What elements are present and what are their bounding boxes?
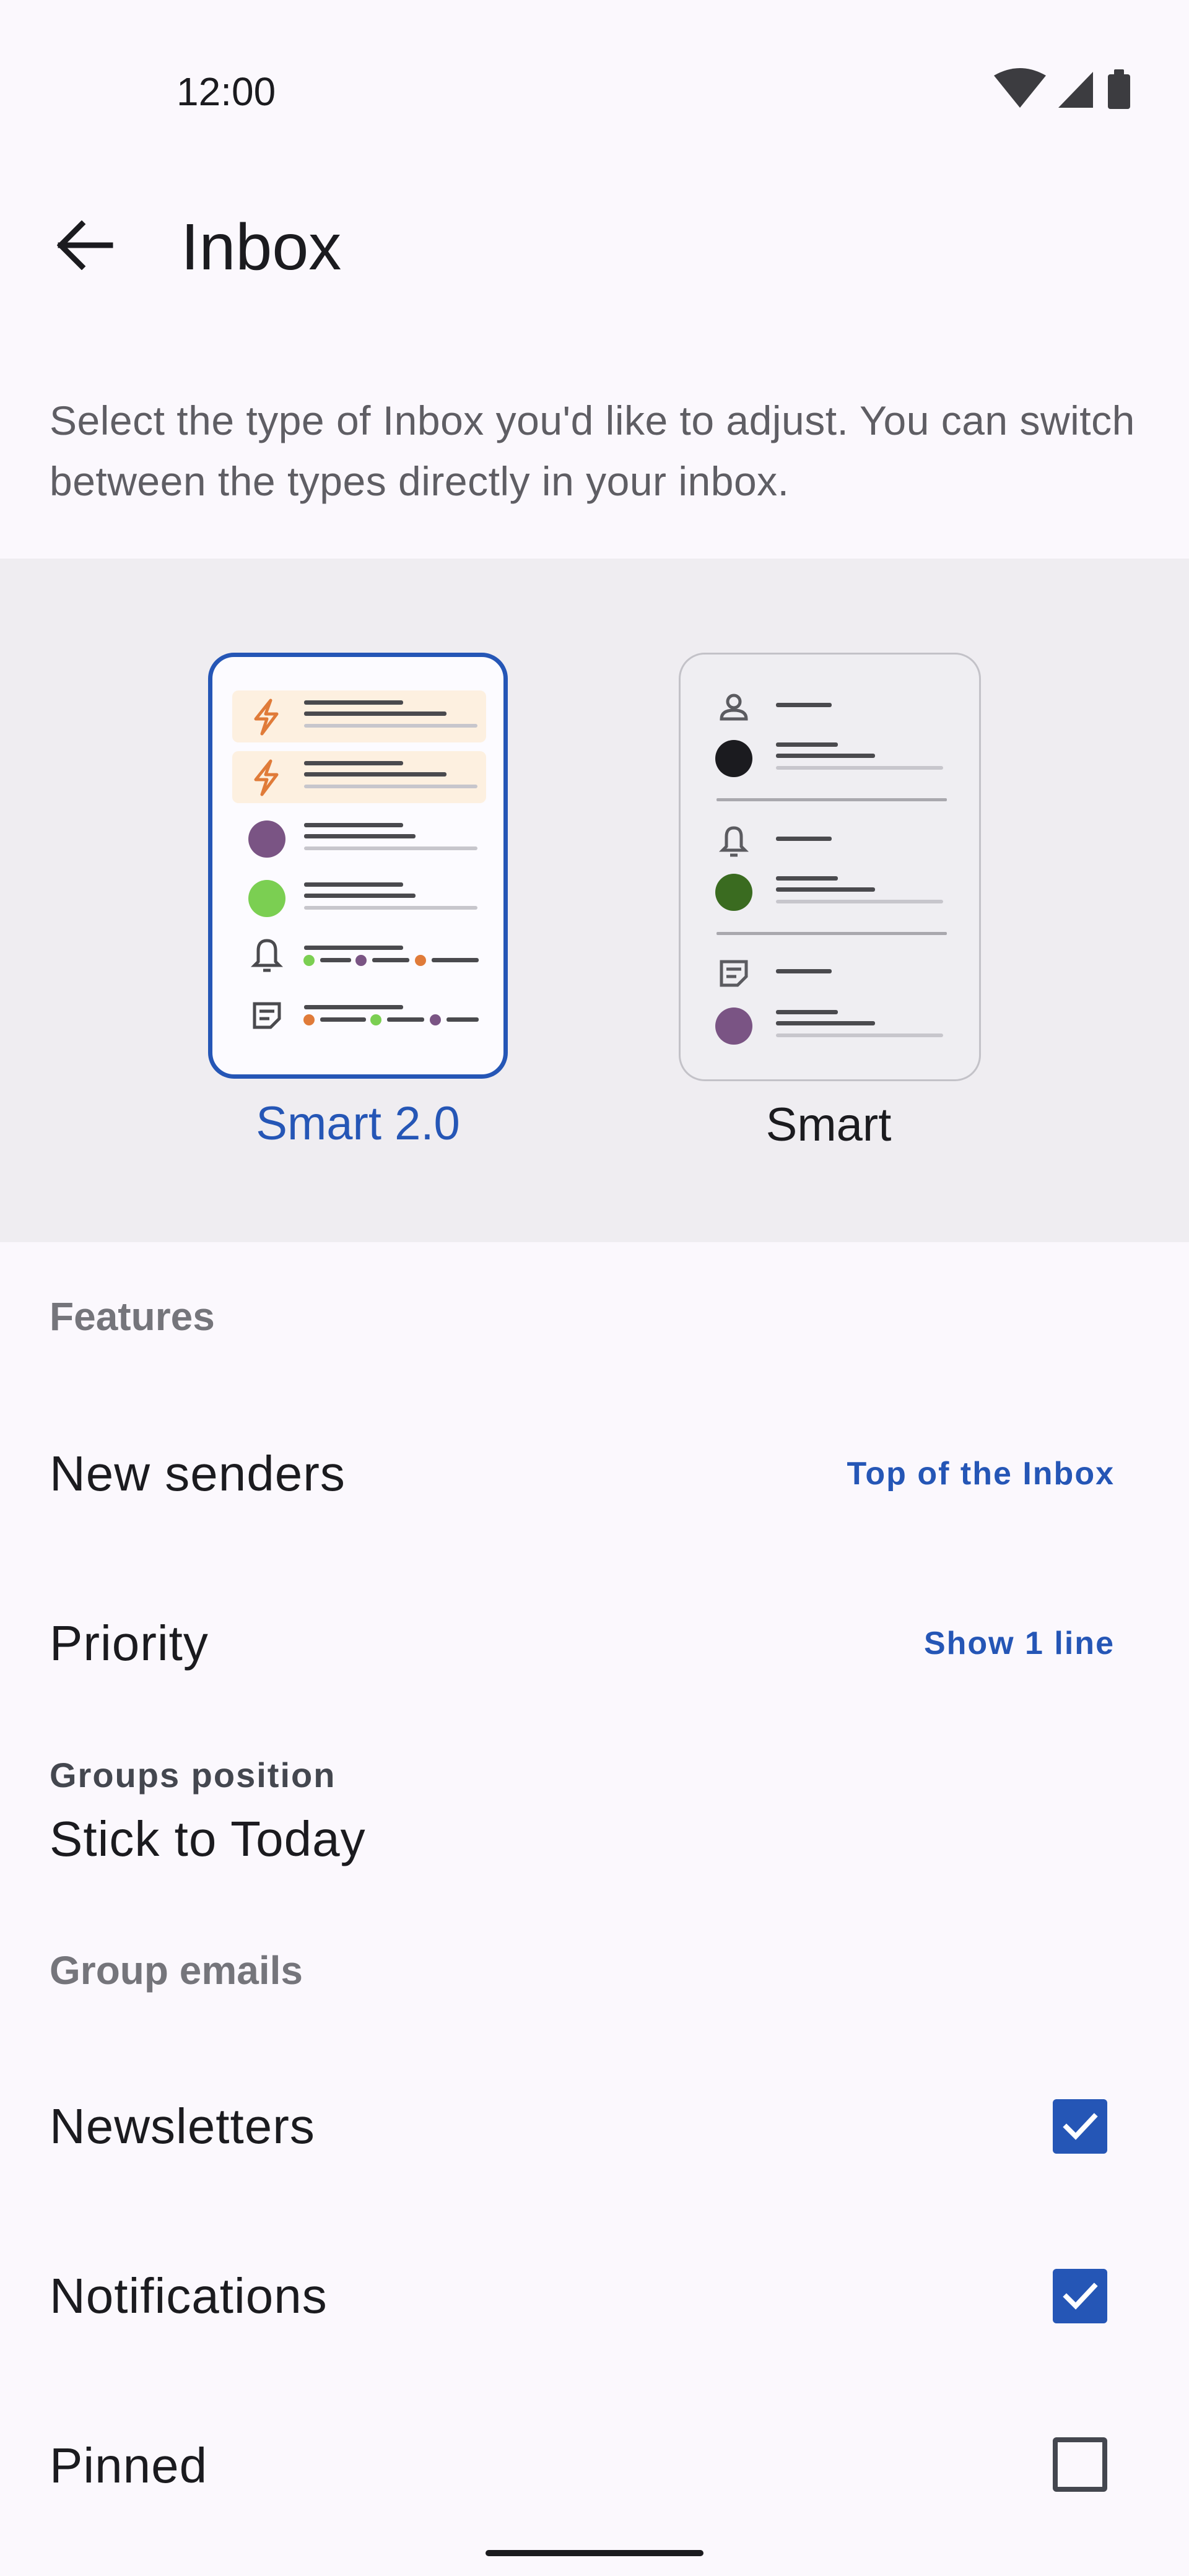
newsletters-checkbox[interactable] xyxy=(1053,2099,1107,2154)
features-header: Features xyxy=(50,1294,215,1339)
group-emails-header: Group emails xyxy=(50,1948,303,1993)
inbox-type-smart-card[interactable] xyxy=(679,653,981,1081)
pinned-setting[interactable]: Pinned xyxy=(0,2410,1189,2522)
person-icon xyxy=(720,694,748,721)
inbox-type-selector: Smart 2.0 Smart xyxy=(0,559,1189,1242)
inbox-type-smart-label[interactable]: Smart xyxy=(642,1097,1016,1153)
smart-preview-illustration xyxy=(715,694,947,1045)
avatar xyxy=(715,740,752,777)
groups-position-value: Stick to Today xyxy=(50,1811,366,1866)
page-title: Inbox xyxy=(181,211,342,284)
battery-icon xyxy=(1108,69,1130,109)
bell-icon xyxy=(718,826,749,857)
status-icons xyxy=(994,67,1136,114)
groups-position-overline: Groups position xyxy=(50,1756,336,1795)
note-icon xyxy=(253,1002,281,1029)
priority-label: Priority xyxy=(50,1616,209,1671)
back-button[interactable] xyxy=(47,207,124,284)
note-icon xyxy=(720,960,748,987)
check-icon xyxy=(1063,2282,1098,2310)
arrow-back-icon xyxy=(57,220,113,270)
cell-signal-icon xyxy=(1058,72,1093,108)
new-senders-setting[interactable]: New senders Top of the Inbox xyxy=(0,1418,1189,1530)
inbox-type-smart2-card[interactable] xyxy=(208,653,508,1079)
new-senders-label: New senders xyxy=(50,1446,346,1501)
newsletters-label: Newsletters xyxy=(50,2099,315,2154)
groups-position-setting[interactable]: Groups position Stick to Today xyxy=(0,1741,1189,1878)
priority-setting[interactable]: Priority Show 1 line xyxy=(0,1588,1189,1699)
notifications-setting[interactable]: Notifications xyxy=(0,2240,1189,2352)
newsletters-setting[interactable]: Newsletters xyxy=(0,2071,1189,2182)
inbox-type-smart2-label[interactable]: Smart 2.0 xyxy=(171,1096,545,1152)
notifications-checkbox[interactable] xyxy=(1053,2269,1107,2323)
pinned-checkbox[interactable] xyxy=(1053,2437,1107,2492)
status-time: 12:00 xyxy=(176,69,276,114)
check-icon xyxy=(1063,2113,1098,2140)
new-senders-value: Top of the Inbox xyxy=(847,1456,1115,1492)
avatar xyxy=(715,1007,752,1045)
inbox-type-description: Select the type of Inbox you'd like to a… xyxy=(50,398,1135,504)
wifi-icon xyxy=(994,68,1046,108)
smart2-preview-illustration xyxy=(232,690,486,1029)
avatar xyxy=(248,820,285,858)
pinned-label: Pinned xyxy=(50,2438,208,2493)
priority-value: Show 1 line xyxy=(923,1625,1115,1661)
bell-icon xyxy=(250,939,284,972)
avatar xyxy=(248,880,285,917)
navigation-handle[interactable] xyxy=(486,2550,703,2556)
avatar xyxy=(715,874,752,911)
notifications-label: Notifications xyxy=(50,2268,328,2323)
